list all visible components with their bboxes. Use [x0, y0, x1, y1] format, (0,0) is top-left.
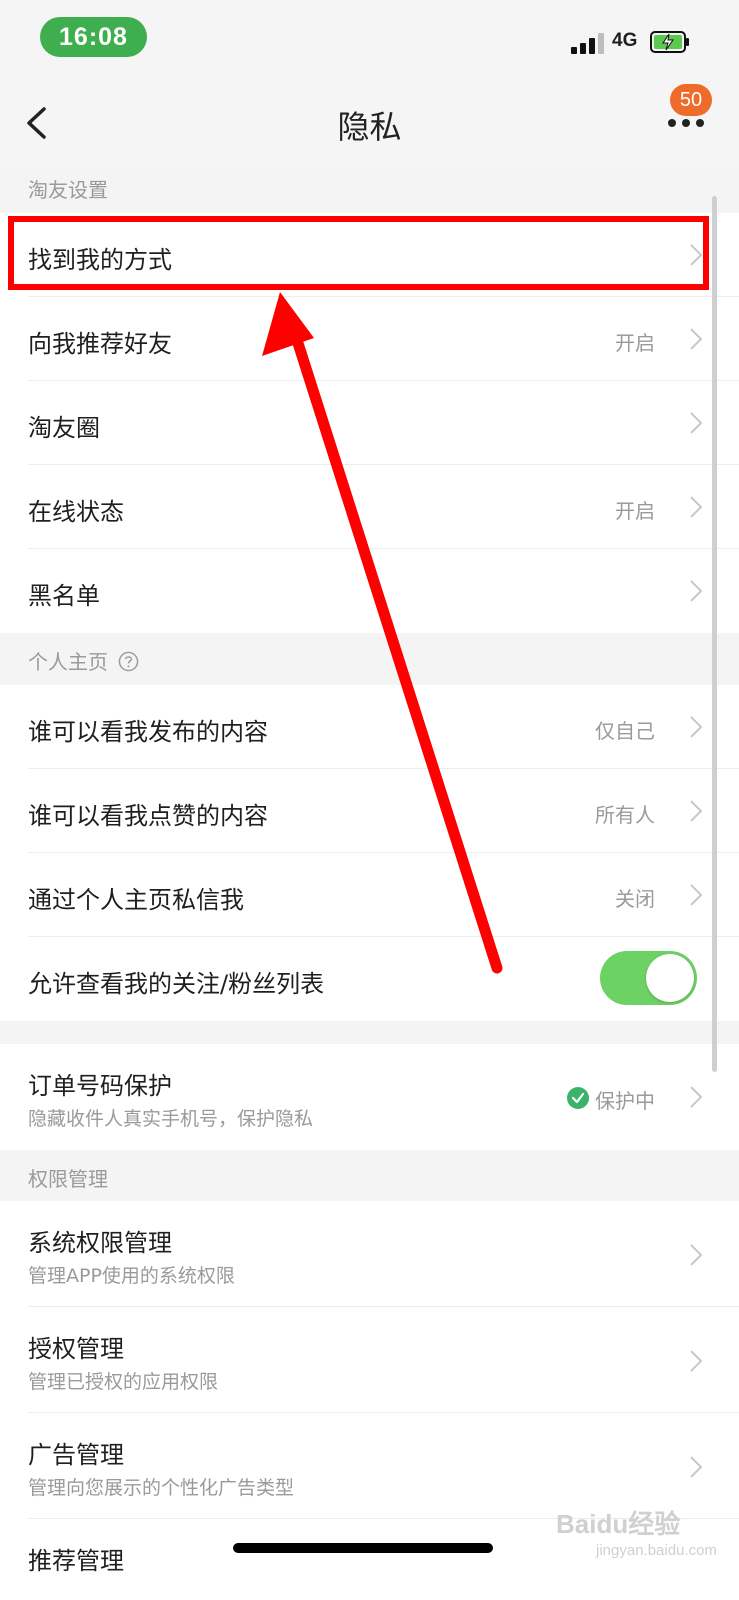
network-type: 4G [612, 30, 638, 51]
row-subtitle: 管理APP使用的系统权限 [28, 1265, 235, 1287]
row-label: 黑名单 [28, 582, 100, 610]
status-time: 16:08 [40, 17, 147, 57]
chevron-right-icon [690, 496, 703, 518]
row-label: 淘友圈 [28, 414, 100, 442]
chevron-right-icon [690, 1350, 703, 1372]
battery-charging-icon [650, 31, 689, 53]
row-blacklist[interactable]: 黑名单 [0, 549, 739, 633]
row-label: 系统权限管理 [28, 1229, 172, 1257]
section-header-homepage: 个人主页 [0, 646, 739, 675]
watermark-url: jingyan.baidu.com [596, 1542, 717, 1559]
row-label: 广告管理 [28, 1441, 124, 1469]
row-label: 在线状态 [28, 498, 124, 526]
row-label: 谁可以看我发布的内容 [28, 718, 268, 746]
section-header-label: 个人主页 [28, 650, 108, 674]
chevron-right-icon [690, 1086, 703, 1108]
row-who-see-likes[interactable]: 谁可以看我点赞的内容 所有人 [0, 769, 739, 853]
notification-badge: 50 [670, 84, 712, 116]
row-label: 向我推荐好友 [28, 330, 172, 358]
row-value: 关闭 [615, 887, 655, 911]
row-system-permissions[interactable]: 系统权限管理 管理APP使用的系统权限 [0, 1201, 739, 1307]
signal-icon [571, 32, 605, 54]
row-subtitle: 管理向您展示的个性化广告类型 [28, 1477, 295, 1499]
row-label: 订单号码保护 [28, 1072, 172, 1100]
home-indicator[interactable] [233, 1543, 493, 1553]
check-circle-icon [567, 1087, 589, 1109]
chevron-right-icon [690, 716, 703, 738]
chevron-right-icon [690, 884, 703, 906]
row-follow-list: 允许查看我的关注/粉丝列表 [0, 937, 739, 1021]
annotation-highlight-box [8, 216, 709, 290]
help-circle-icon[interactable] [118, 651, 139, 672]
nav-bar: 隐私 [0, 80, 739, 163]
row-online-status[interactable]: 在线状态 开启 [0, 465, 739, 549]
chevron-right-icon [690, 412, 703, 434]
row-value: 开启 [615, 499, 655, 523]
row-label: 谁可以看我点赞的内容 [28, 802, 268, 830]
watermark-brand: Baidu经验 [556, 1509, 681, 1539]
chevron-right-icon [690, 580, 703, 602]
follow-list-toggle[interactable] [600, 951, 697, 1005]
row-recommend-friends[interactable]: 向我推荐好友 开启 [0, 297, 739, 381]
section-header-friends: 淘友设置 [28, 178, 108, 202]
row-order-protection[interactable]: 订单号码保护 隐藏收件人真实手机号，保护隐私 保护中 [0, 1044, 739, 1150]
row-authorization[interactable]: 授权管理 管理已授权的应用权限 [0, 1307, 739, 1413]
chevron-right-icon [690, 328, 703, 350]
row-value: 仅自己 [595, 719, 655, 743]
row-subtitle: 管理已授权的应用权限 [28, 1371, 219, 1393]
row-value: 开启 [615, 331, 655, 355]
chevron-right-icon [690, 1244, 703, 1266]
row-value: 所有人 [595, 803, 655, 827]
row-label: 推荐管理 [28, 1547, 124, 1575]
section-header-permissions: 权限管理 [28, 1167, 108, 1191]
row-label: 允许查看我的关注/粉丝列表 [28, 970, 325, 998]
row-label: 通过个人主页私信我 [28, 886, 244, 914]
page-title: 隐私 [337, 108, 402, 146]
status-bar: 16:08 4G [0, 0, 739, 80]
toggle-knob [646, 954, 694, 1002]
row-subtitle: 隐藏收件人真实手机号，保护隐私 [28, 1108, 314, 1130]
chevron-right-icon [690, 1456, 703, 1478]
row-value: 保护中 [595, 1089, 655, 1113]
more-options-icon[interactable] [666, 116, 706, 130]
scrollbar[interactable] [712, 196, 717, 1072]
row-who-see-posts[interactable]: 谁可以看我发布的内容 仅自己 [0, 685, 739, 769]
row-friend-circle[interactable]: 淘友圈 [0, 381, 739, 465]
chevron-right-icon [690, 800, 703, 822]
row-label: 授权管理 [28, 1335, 124, 1363]
row-dm-via-homepage[interactable]: 通过个人主页私信我 关闭 [0, 853, 739, 937]
